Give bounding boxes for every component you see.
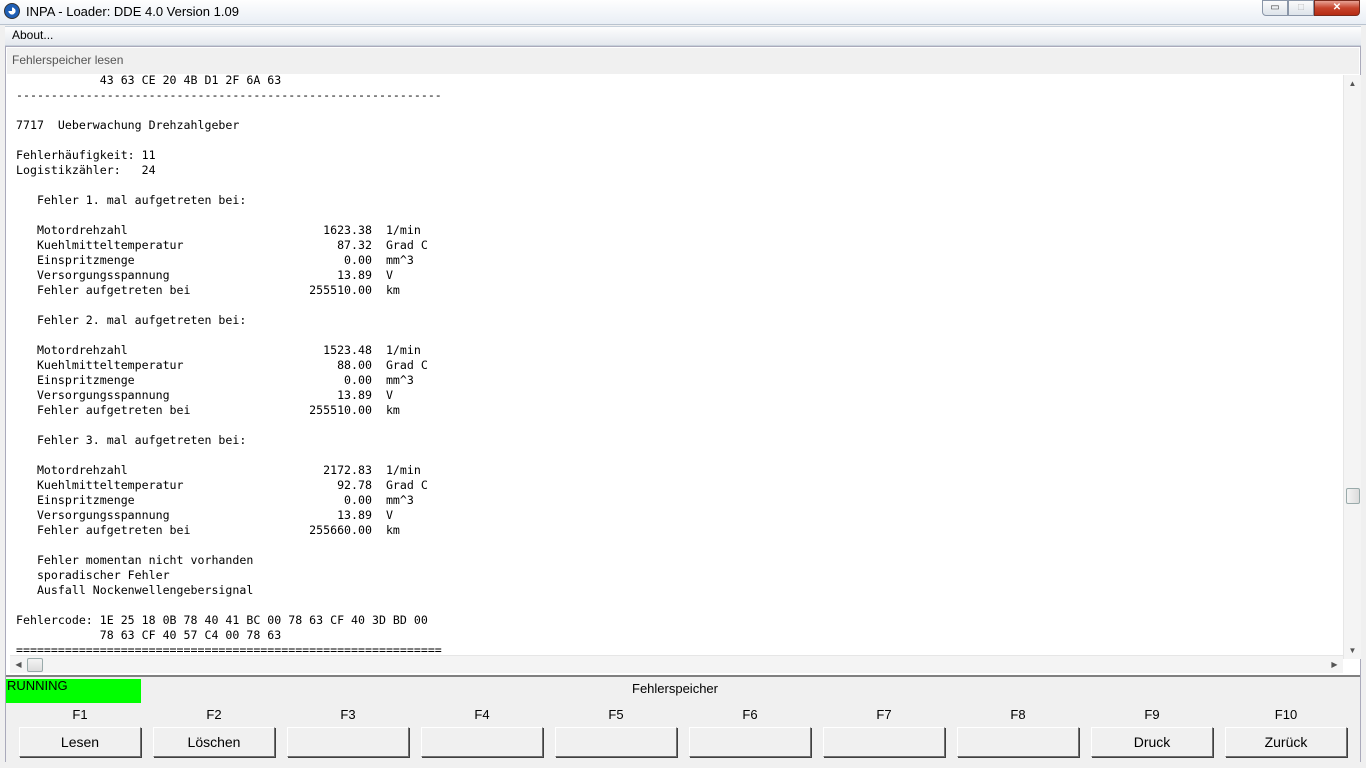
- fkey-label-f2: F2: [206, 707, 222, 722]
- report-line: sporadischer Fehler: [16, 568, 170, 582]
- vertical-scrollbar[interactable]: ▲ ▼: [1343, 75, 1361, 659]
- report-line: Einspritzmenge 0.00 mm^3: [16, 493, 414, 507]
- report-line: Versorgungsspannung 13.89 V: [16, 268, 393, 282]
- fkey-button-f2[interactable]: Löschen: [153, 727, 275, 757]
- maximize-button[interactable]: □: [1288, 0, 1314, 16]
- report-line: Motordrehzahl 2172.83 1/min: [16, 463, 421, 477]
- fkey-button-f4[interactable]: [421, 727, 543, 757]
- report-line: Fehler momentan nicht vorhanden: [16, 553, 254, 567]
- fkey-button-f3[interactable]: [287, 727, 409, 757]
- fkey-label-f4: F4: [474, 707, 490, 722]
- report-line: Einspritzmenge 0.00 mm^3: [16, 373, 414, 387]
- status-title: Fehlerspeicher: [632, 681, 718, 696]
- main-window: Fehlerspeicher lesen 43 63 CE 20 4B D1 2…: [5, 46, 1361, 763]
- status-badge: RUNNING: [6, 679, 141, 703]
- fkey-label-f10: F10: [1274, 707, 1298, 722]
- close-button[interactable]: ✕: [1314, 0, 1360, 16]
- horizontal-scrollbar[interactable]: ◀ ▶: [10, 655, 1343, 673]
- fkey-label-f6: F6: [742, 707, 758, 722]
- minimize-button[interactable]: ▭: [1262, 0, 1288, 16]
- report-line: Ausfall Nockenwellengebersignal: [16, 583, 254, 597]
- scroll-up-icon[interactable]: ▲: [1344, 75, 1361, 92]
- fkey-button-f6[interactable]: [689, 727, 811, 757]
- menu-about[interactable]: About...: [10, 28, 55, 42]
- title-bar: INPA - Loader: DDE 4.0 Version 1.09 ▭ □ …: [0, 0, 1366, 25]
- fkey-label-f9: F9: [1144, 707, 1160, 722]
- fkey-label-f7: F7: [876, 707, 892, 722]
- section-title: Fehlerspeicher lesen: [12, 53, 124, 67]
- report-line: ========================================…: [16, 643, 442, 655]
- section-header: [7, 48, 1359, 74]
- fkey-button-f9[interactable]: Druck: [1091, 727, 1213, 757]
- report-line: Motordrehzahl 1623.38 1/min: [16, 223, 421, 237]
- horizontal-scroll-thumb[interactable]: [27, 658, 43, 672]
- fkey-button-f10[interactable]: Zurück: [1225, 727, 1347, 757]
- report-line: Kuehlmitteltemperatur 88.00 Grad C: [16, 358, 428, 372]
- report-line: Einspritzmenge 0.00 mm^3: [16, 253, 414, 267]
- window-title: INPA - Loader: DDE 4.0 Version 1.09: [26, 4, 239, 19]
- report-line: ----------------------------------------…: [16, 88, 442, 102]
- report-line: Fehler aufgetreten bei 255510.00 km: [16, 283, 400, 297]
- report-line: Motordrehzahl 1523.48 1/min: [16, 343, 421, 357]
- report-line: Fehlercode: 1E 25 18 0B 78 40 41 BC 00 7…: [16, 613, 428, 627]
- fkey-label-f3: F3: [340, 707, 356, 722]
- scroll-left-icon[interactable]: ◀: [10, 656, 27, 673]
- report-line: 43 63 CE 20 4B D1 2F 6A 63: [16, 75, 282, 87]
- report-line: Versorgungsspannung 13.89 V: [16, 508, 393, 522]
- report-line: Fehler 1. mal aufgetreten bei:: [16, 193, 247, 207]
- report-line: 7717 Ueberwachung Drehzahlgeber: [16, 118, 240, 132]
- vertical-scroll-thumb[interactable]: [1346, 488, 1360, 504]
- report-line: Fehler 2. mal aufgetreten bei:: [16, 313, 247, 327]
- report-line: Kuehlmitteltemperatur 92.78 Grad C: [16, 478, 428, 492]
- fkey-label-f5: F5: [608, 707, 624, 722]
- function-key-panel: RUNNING Fehlerspeicher F1 Lesen F2 Löschen F…: [6, 675, 1360, 763]
- scroll-down-icon[interactable]: ▼: [1344, 642, 1361, 659]
- bmw-logo-icon: [4, 3, 20, 19]
- report-line: Versorgungsspannung 13.89 V: [16, 388, 393, 402]
- menu-bar: About...: [5, 26, 1361, 46]
- report-line: 78 63 CF 40 57 C4 00 78 63: [16, 628, 282, 642]
- report-line: Kuehlmitteltemperatur 87.32 Grad C: [16, 238, 428, 252]
- report-line: Logistikzähler: 24: [16, 163, 156, 177]
- fkey-button-f8[interactable]: [957, 727, 1079, 757]
- report-line: Fehler aufgetreten bei 255660.00 km: [16, 523, 400, 537]
- report-line: Fehler 3. mal aufgetreten bei:: [16, 433, 247, 447]
- fault-report-area[interactable]: 43 63 CE 20 4B D1 2F 6A 63 -------------…: [10, 75, 1343, 655]
- fkey-button-f7[interactable]: [823, 727, 945, 757]
- fault-report-text: 43 63 CE 20 4B D1 2F 6A 63 -------------…: [16, 75, 442, 655]
- fkey-label-f1: F1: [72, 707, 88, 722]
- fkey-button-f1[interactable]: Lesen: [19, 727, 141, 757]
- fkey-button-f5[interactable]: [555, 727, 677, 757]
- scroll-right-icon[interactable]: ▶: [1326, 656, 1343, 673]
- fkey-label-f8: F8: [1010, 707, 1026, 722]
- report-line: Fehler aufgetreten bei 255510.00 km: [16, 403, 400, 417]
- report-line: Fehlerhäufigkeit: 11: [16, 148, 156, 162]
